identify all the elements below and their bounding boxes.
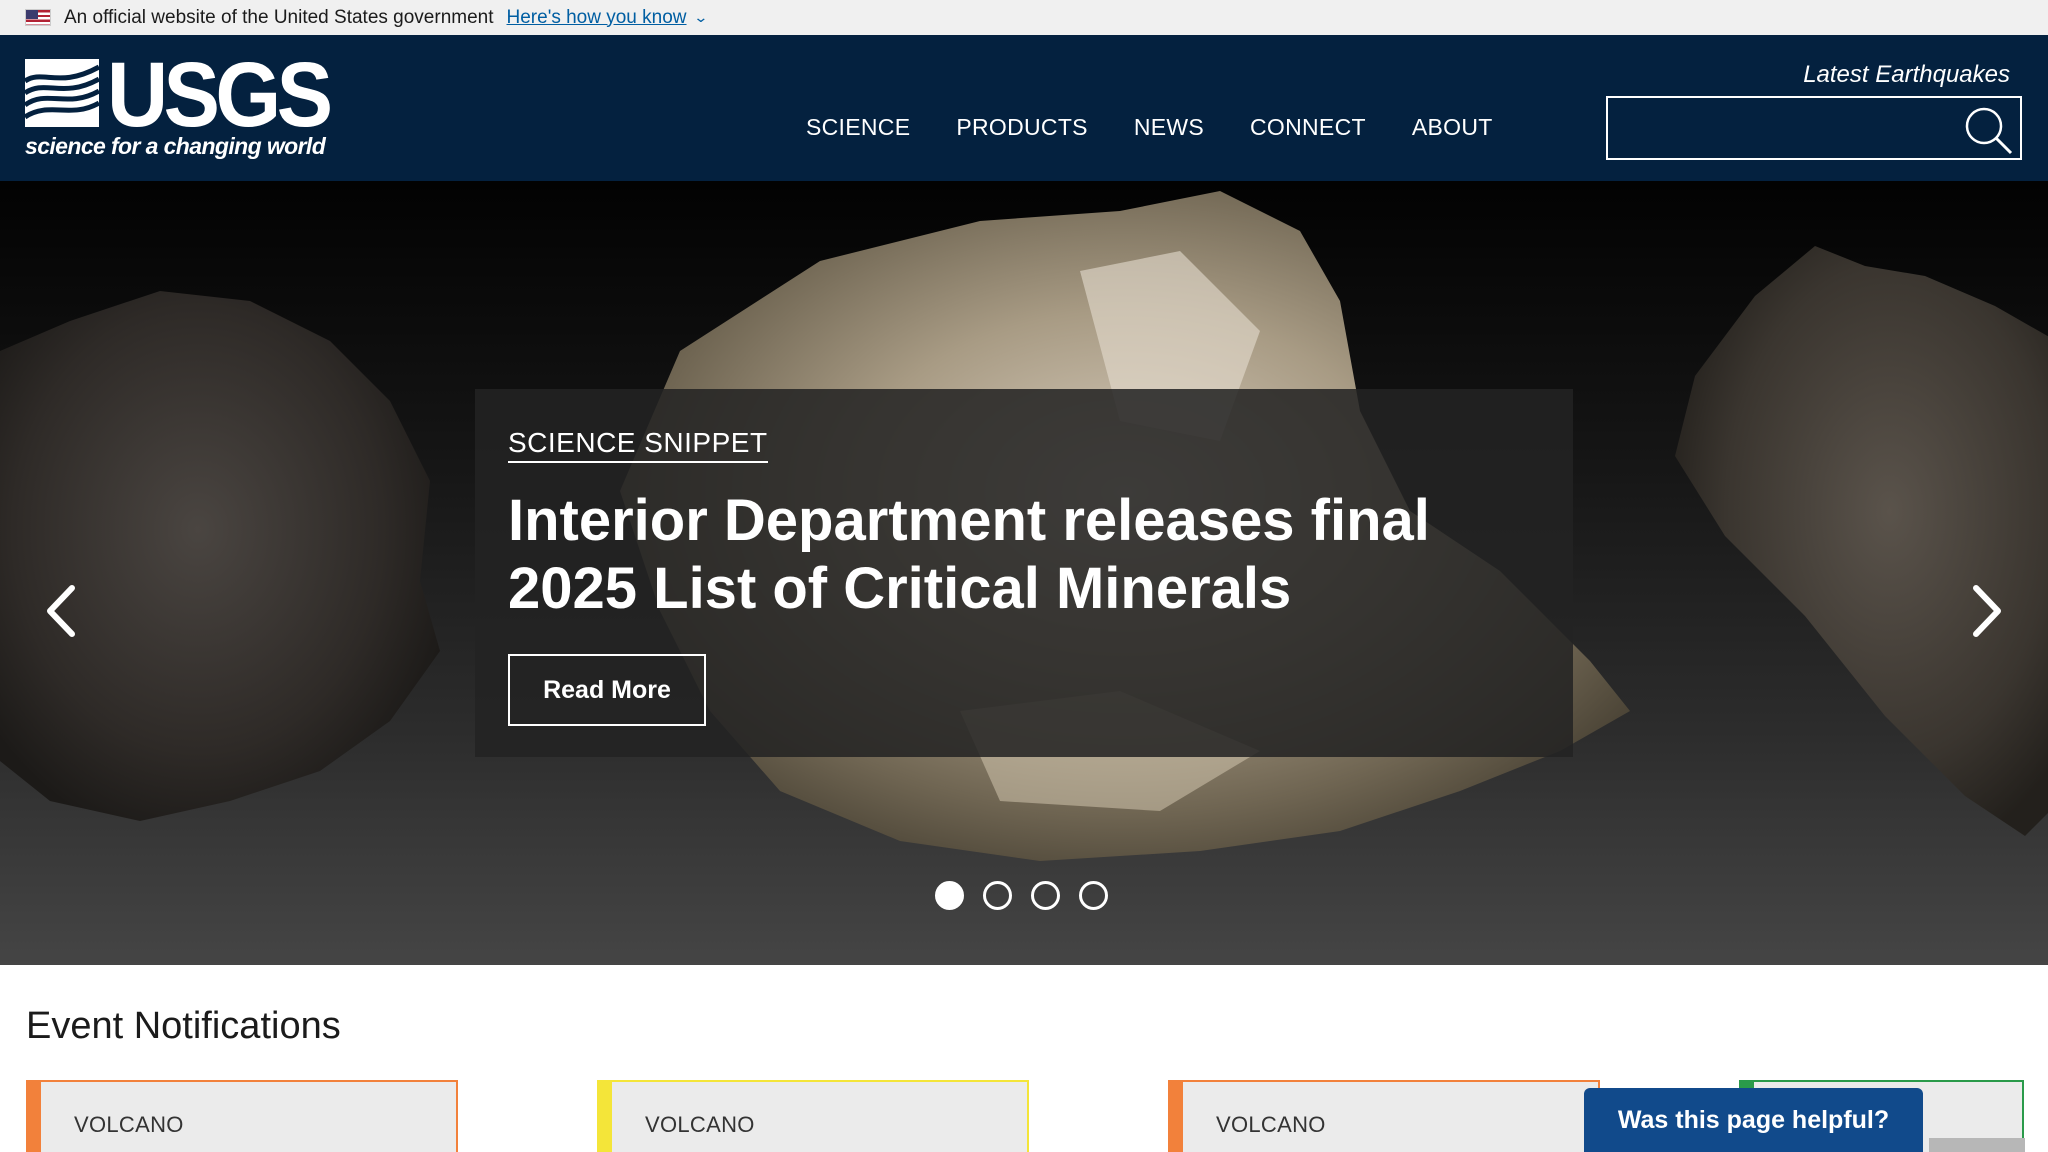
rock-image-left <box>0 291 440 821</box>
nav-products[interactable]: PRODUCTS <box>956 114 1087 141</box>
chevron-left-icon[interactable] <box>38 576 88 646</box>
usgs-waves-icon <box>25 59 99 127</box>
hero-title: Interior Department releases final 2025 … <box>508 488 1430 621</box>
nav-connect[interactable]: CONNECT <box>1250 114 1366 141</box>
search-icon[interactable] <box>1962 104 2014 156</box>
event-label: VOLCANO <box>645 1112 755 1137</box>
carousel-dot-2[interactable] <box>983 881 1012 910</box>
usgs-logo[interactable]: USGS science for a changing world <box>25 49 333 165</box>
chevron-right-icon[interactable] <box>1960 576 2010 646</box>
nav-science[interactable]: SCIENCE <box>806 114 910 141</box>
chevron-down-icon[interactable]: ⌄ <box>693 9 708 26</box>
event-card-1[interactable]: VOLCANO <box>26 1080 458 1152</box>
hero-kicker[interactable]: SCIENCE SNIPPET <box>508 427 768 463</box>
latest-earthquakes-link[interactable]: Latest Earthquakes <box>1803 61 2010 89</box>
hero-carousel: SCIENCE SNIPPET Interior Department rele… <box>0 181 2048 965</box>
carousel-dot-3[interactable] <box>1031 881 1060 910</box>
rock-image-right <box>1675 246 2048 836</box>
hero-card: SCIENCE SNIPPET Interior Department rele… <box>475 389 1573 757</box>
carousel-dot-4[interactable] <box>1079 881 1108 910</box>
logo-text: USGS <box>107 44 333 146</box>
site-header: USGS science for a changing world SCIENC… <box>0 35 2048 181</box>
read-more-button[interactable]: Read More <box>508 654 706 726</box>
carousel-dot-1[interactable] <box>935 881 964 910</box>
main-nav: SCIENCE PRODUCTS NEWS CONNECT ABOUT <box>806 114 1539 141</box>
gov-banner: An official website of the United States… <box>0 0 2048 35</box>
event-notifications-title: Event Notifications <box>26 1005 341 1047</box>
event-card-2[interactable]: VOLCANO <box>597 1080 1029 1152</box>
nav-news[interactable]: NEWS <box>1134 114 1204 141</box>
event-label: VOLCANO <box>1216 1112 1326 1137</box>
nav-about[interactable]: ABOUT <box>1412 114 1493 141</box>
search-box <box>1606 96 2022 160</box>
scrollbar-thumb[interactable] <box>1929 1138 2025 1152</box>
page-helpful-button[interactable]: Was this page helpful? <box>1584 1088 1923 1152</box>
heres-how-you-know-link[interactable]: Here's how you know <box>507 7 687 29</box>
event-card-3[interactable]: VOLCANO <box>1168 1080 1600 1152</box>
us-flag-icon <box>25 9 51 26</box>
search-input[interactable] <box>1608 98 1958 158</box>
logo-tagline: science for a changing world <box>25 133 326 159</box>
carousel-dots <box>935 881 1108 910</box>
gov-banner-text: An official website of the United States… <box>64 6 494 28</box>
event-label: VOLCANO <box>74 1112 184 1137</box>
